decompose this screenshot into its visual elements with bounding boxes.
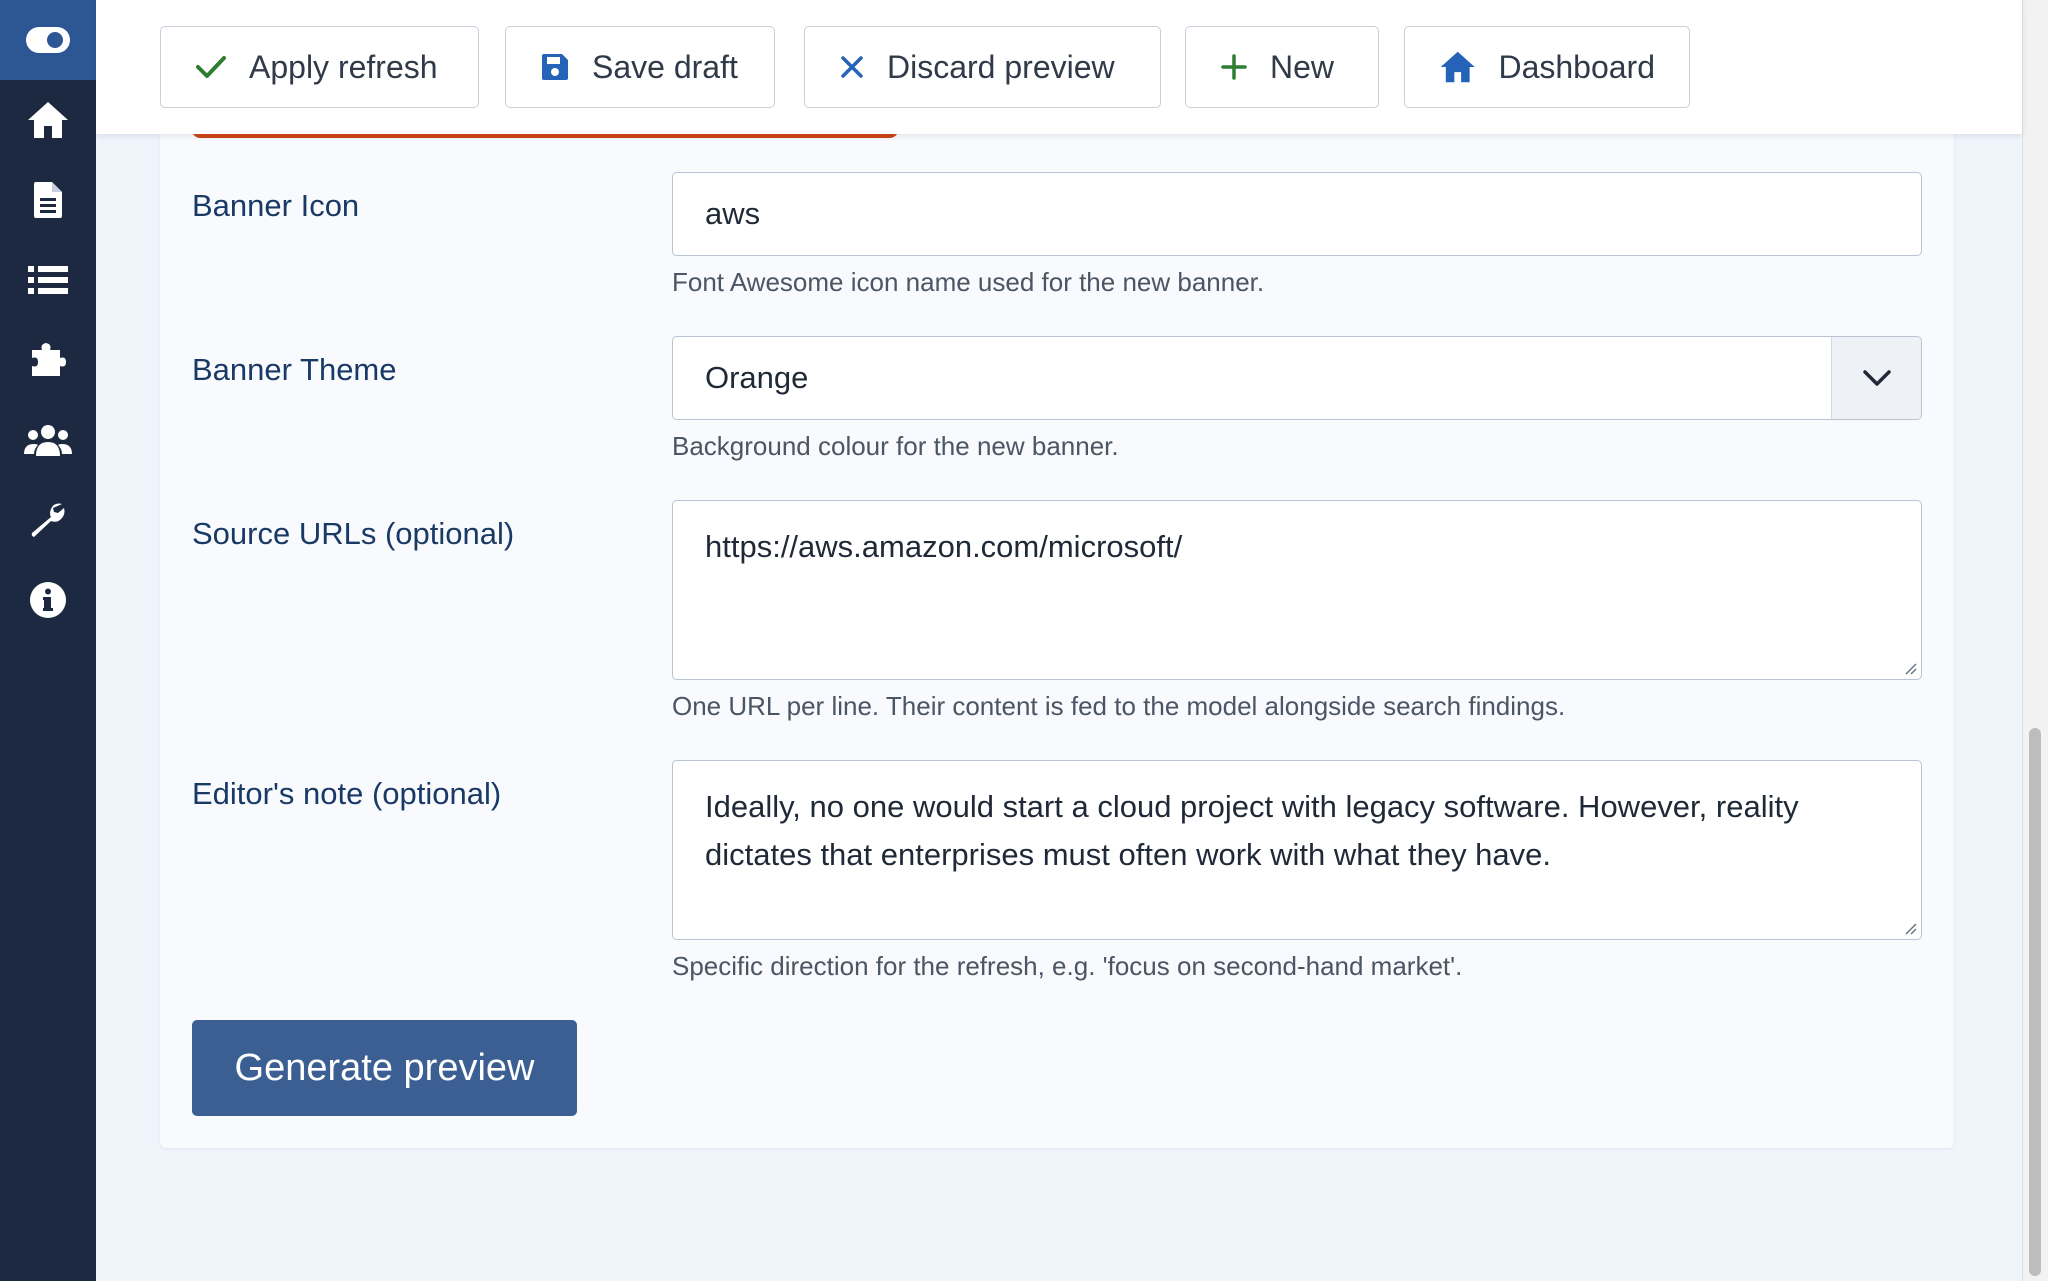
file-icon xyxy=(34,182,62,218)
scrollbar-thumb[interactable] xyxy=(2029,728,2041,1276)
editors-note-value: Ideally, no one would start a cloud proj… xyxy=(705,789,1799,872)
home-icon xyxy=(28,102,68,138)
sidebar-item-tools[interactable] xyxy=(0,480,96,560)
banner-icon-label: Banner Icon xyxy=(192,188,360,223)
source-urls-label: Source URLs (optional) xyxy=(192,516,515,551)
dashboard-label: Dashboard xyxy=(1498,48,1655,85)
users-icon xyxy=(24,425,72,456)
resize-grip-icon[interactable] xyxy=(1903,921,1917,935)
source-urls-textarea[interactable]: https://aws.amazon.com/microsoft/ xyxy=(672,500,1922,680)
discard-preview-button[interactable]: Discard preview xyxy=(804,26,1161,108)
generate-preview-button[interactable]: Generate preview xyxy=(192,1020,577,1116)
editors-note-hint: Specific direction for the refresh, e.g.… xyxy=(672,951,1463,981)
toggle-icon xyxy=(26,27,70,53)
editors-note-label: Editor's note (optional) xyxy=(192,776,502,811)
info-icon xyxy=(30,582,66,618)
banner-icon-value: aws xyxy=(705,196,761,231)
apply-refresh-label: Apply refresh xyxy=(249,48,438,85)
scrollbar[interactable] xyxy=(2022,0,2048,1281)
source-urls-value: https://aws.amazon.com/microsoft/ xyxy=(705,529,1183,564)
banner-icon-input[interactable]: aws xyxy=(672,172,1922,256)
banner-theme-value: Orange xyxy=(705,360,809,395)
chevron-down-icon xyxy=(1862,370,1891,386)
sidebar-item-articles[interactable] xyxy=(0,160,96,240)
save-icon xyxy=(542,54,568,80)
toolbar: Apply refresh Save draft Discard preview… xyxy=(96,0,2022,134)
save-draft-label: Save draft xyxy=(592,48,738,85)
banner-icon-hint: Font Awesome icon name used for the new … xyxy=(672,267,1265,297)
plus-icon xyxy=(1221,54,1247,80)
sidebar-item-extensions[interactable] xyxy=(0,320,96,400)
list-icon xyxy=(28,266,68,294)
sidebar-item-users[interactable] xyxy=(0,400,96,480)
check-icon xyxy=(196,56,226,78)
sidebar xyxy=(0,0,96,1281)
sidebar-item-list[interactable] xyxy=(0,240,96,320)
sidebar-item-info[interactable] xyxy=(0,560,96,640)
banner-theme-hint: Background colour for the new banner. xyxy=(672,431,1119,461)
sidebar-toggle[interactable] xyxy=(0,0,96,80)
banner-theme-select[interactable]: Orange xyxy=(672,336,1922,420)
home-icon xyxy=(1440,51,1475,83)
select-arrow[interactable] xyxy=(1831,337,1921,419)
resize-grip-icon[interactable] xyxy=(1903,661,1917,675)
wrench-icon xyxy=(31,503,65,537)
editors-note-textarea[interactable]: Ideally, no one would start a cloud proj… xyxy=(672,760,1922,940)
dashboard-button[interactable]: Dashboard xyxy=(1404,26,1690,108)
sidebar-item-home[interactable] xyxy=(0,80,96,160)
save-draft-button[interactable]: Save draft xyxy=(505,26,775,108)
source-urls-hint: One URL per line. Their content is fed t… xyxy=(672,691,1566,721)
banner-theme-label: Banner Theme xyxy=(192,352,397,387)
puzzle-icon xyxy=(32,343,66,376)
close-icon xyxy=(841,56,863,78)
apply-refresh-button[interactable]: Apply refresh xyxy=(160,26,479,108)
discard-preview-label: Discard preview xyxy=(887,48,1115,85)
new-label: New xyxy=(1270,48,1335,85)
new-button[interactable]: New xyxy=(1185,26,1379,108)
